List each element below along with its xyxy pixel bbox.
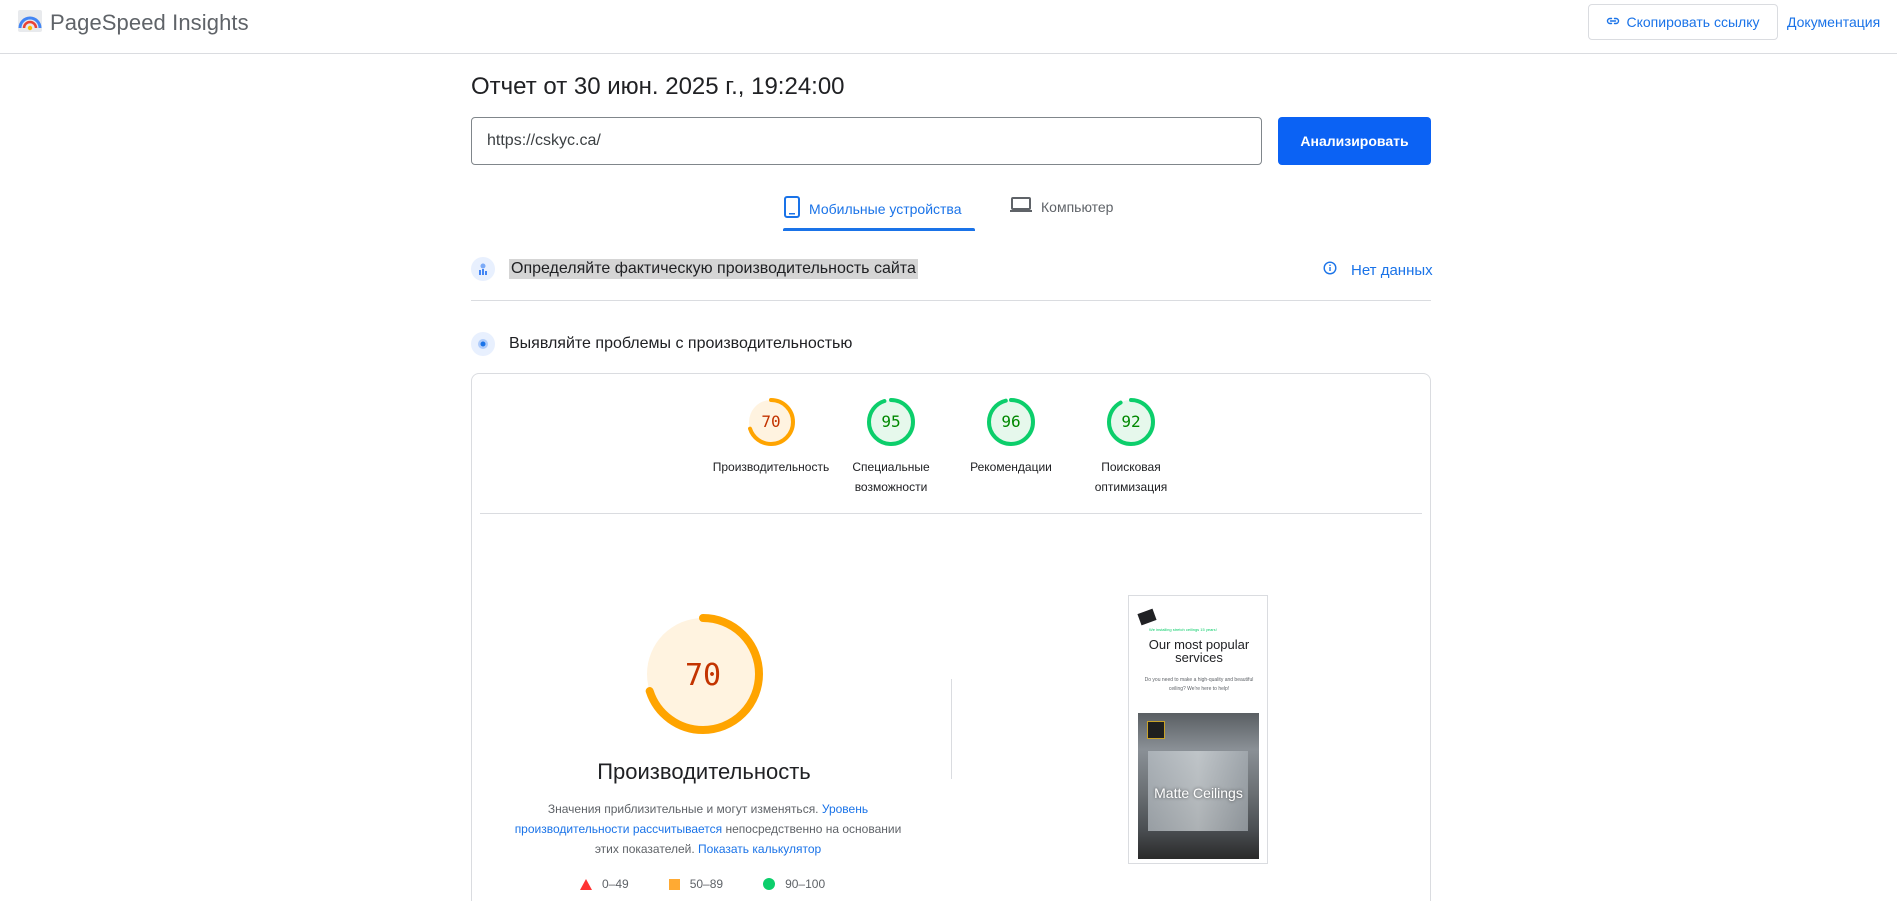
- gauge-performance[interactable]: 70 Производительность: [711, 396, 831, 497]
- gauge-accessibility-ring: 95: [867, 398, 915, 446]
- card-divider: [480, 513, 1422, 514]
- section-divider: [471, 300, 1431, 301]
- gauge-seo-ring: 92: [1107, 398, 1155, 446]
- performance-big-value: 70: [685, 658, 721, 693]
- performance-title: Производительность: [597, 759, 811, 784]
- gauge-seo[interactable]: 92 Поисковая оптимизация: [1071, 396, 1191, 497]
- award-badge-image: [1147, 721, 1165, 739]
- tab-desktop-label: Компьютер: [1041, 198, 1114, 215]
- field-data-heading: Определяйте фактическую производительнос…: [509, 259, 918, 279]
- preview-title: Our most popular services: [1148, 637, 1250, 665]
- preview-subtitle: Do you need to make a high-quality and b…: [1144, 677, 1254, 692]
- square-icon: [668, 878, 680, 890]
- lab-data-header: Выявляйте проблемы с производительностью: [471, 332, 852, 356]
- gauge-seo-value: 92: [1121, 412, 1140, 431]
- gauge-accessibility-label: Специальные возможности: [852, 460, 930, 494]
- gauge-accessibility-value: 95: [881, 412, 900, 431]
- pagespeed-logo-icon: [17, 7, 43, 38]
- copy-link-label: Скопировать ссылку: [1626, 14, 1760, 30]
- circle-icon: [763, 878, 776, 890]
- triangle-icon: [580, 878, 592, 890]
- gauge-best-practices-ring: 96: [987, 398, 1035, 446]
- smartphone-icon: [783, 196, 801, 221]
- legend-average-range: 50–89: [689, 877, 724, 891]
- performance-desc-text-1: Значения приблизительные и могут изменят…: [547, 802, 819, 816]
- vertical-separator: [951, 679, 952, 779]
- lab-data-heading: Выявляйте проблемы с производительностью: [509, 335, 853, 352]
- performance-big-gauge: 70: [643, 614, 763, 734]
- tab-mobile[interactable]: Мобильные устройства: [783, 196, 962, 221]
- no-data-label: Нет данных: [1351, 261, 1433, 279]
- url-input[interactable]: [471, 117, 1262, 165]
- top-bar: PageSpeed Insights Скопировать ссылку До…: [0, 0, 1897, 54]
- legend-fail-range: 0–49: [602, 877, 629, 891]
- copy-link-button[interactable]: Скопировать ссылку: [1588, 4, 1778, 40]
- info-icon: [1323, 261, 1337, 279]
- field-data-header: Определяйте фактическую производительнос…: [471, 257, 918, 281]
- legend-pass-range: 90–100: [785, 877, 826, 891]
- report-title: Отчет от 30 июн. 2025 г., 19:24:00: [471, 73, 845, 100]
- gauge-best-practices-value: 96: [1001, 412, 1020, 431]
- gauge-best-practices[interactable]: 96 Рекомендации: [951, 396, 1071, 497]
- users-chart-icon: [471, 257, 495, 281]
- performance-description: Значения приблизительные и могут изменят…: [508, 799, 908, 859]
- gauge-performance-label: Производительность: [712, 460, 830, 474]
- gauge-performance-ring: 70: [747, 398, 795, 446]
- lab-report-card: 70 Производительность 95 Специальные воз…: [471, 373, 1431, 901]
- app-logo[interactable]: PageSpeed Insights: [17, 7, 249, 38]
- active-tab-indicator: [783, 228, 975, 231]
- page-screenshot-preview[interactable]: We installing stretch ceilings 15 years!…: [1128, 595, 1268, 864]
- score-legend: 0–49 50–89 90–100: [580, 877, 865, 891]
- analyze-button[interactable]: Анализировать: [1278, 117, 1431, 165]
- gauge-best-practices-label: Рекомендации: [970, 460, 1052, 474]
- link-icon: [1606, 14, 1620, 31]
- legend-fail: 0–49: [580, 877, 629, 891]
- tab-desktop[interactable]: Компьютер: [1009, 196, 1113, 217]
- gauge-performance-value: 70: [761, 412, 780, 431]
- score-gauges: 70 Производительность 95 Специальные воз…: [472, 396, 1430, 497]
- tab-mobile-label: Мобильные устройства: [809, 200, 962, 217]
- no-data-link[interactable]: Нет данных: [1323, 261, 1433, 279]
- diagnose-icon: [471, 332, 495, 356]
- legend-pass: 90–100: [763, 877, 825, 891]
- laptop-icon: [1009, 196, 1033, 217]
- gauge-seo-label: Поисковая оптимизация: [1094, 460, 1168, 494]
- gauge-accessibility[interactable]: 95 Специальные возможности: [831, 396, 951, 497]
- site-logo-image: [1137, 608, 1157, 626]
- docs-link[interactable]: Документация: [1787, 14, 1880, 30]
- preview-tagline: We installing stretch ceilings 15 years!: [1149, 627, 1217, 632]
- show-calculator-link[interactable]: Показать калькулятор: [698, 842, 821, 856]
- preview-photo-caption: Matte Ceilings: [1154, 785, 1243, 801]
- app-title: PageSpeed Insights: [50, 9, 249, 35]
- preview-photo: Matte Ceilings: [1138, 713, 1259, 859]
- legend-average: 50–89: [668, 877, 724, 891]
